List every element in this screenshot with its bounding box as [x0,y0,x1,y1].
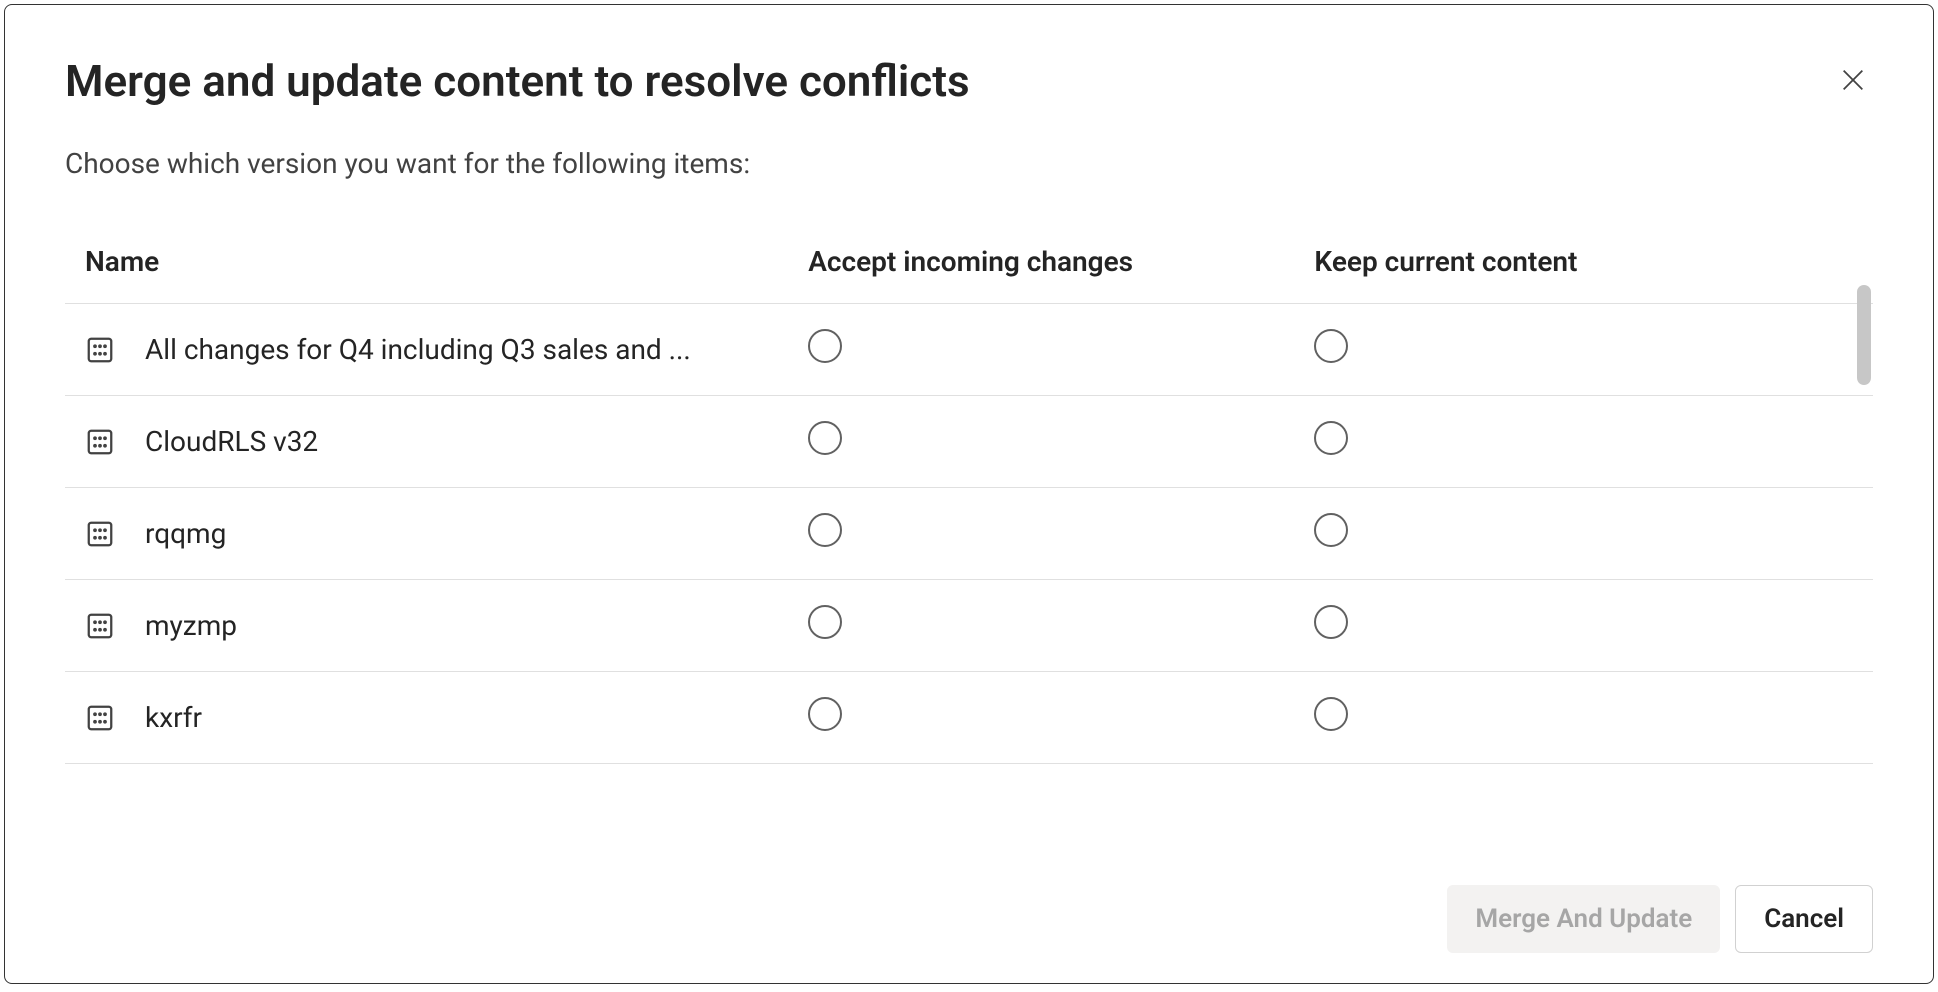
keep-radio[interactable] [1314,605,1348,639]
item-name: All changes for Q4 including Q3 sales an… [145,333,691,366]
table-row: CloudRLS v32 [65,396,1873,488]
name-cell: rqqmg [85,517,778,550]
item-name: myzmp [145,609,237,642]
name-cell: CloudRLS v32 [85,425,778,458]
accept-radio[interactable] [808,513,842,547]
name-cell: kxrfr [85,701,778,734]
conflict-table-body: All changes for Q4 including Q3 sales an… [65,304,1873,764]
dialog-header: Merge and update content to resolve conf… [65,55,1873,147]
cancel-button[interactable]: Cancel [1735,885,1873,953]
table-row: All changes for Q4 including Q3 sales an… [65,304,1873,396]
merge-and-update-button[interactable]: Merge And Update [1447,885,1720,953]
dataset-icon [85,703,115,733]
keep-radio[interactable] [1314,513,1348,547]
keep-radio[interactable] [1314,697,1348,731]
column-header-name: Name [65,230,788,304]
close-icon [1839,66,1867,94]
merge-conflicts-dialog: Merge and update content to resolve conf… [4,4,1934,984]
dataset-icon [85,611,115,641]
conflict-table-container: Name Accept incoming changes Keep curren… [65,230,1873,860]
accept-radio[interactable] [808,605,842,639]
name-cell: myzmp [85,609,778,642]
conflict-table: Name Accept incoming changes Keep curren… [65,230,1873,764]
dataset-icon [85,519,115,549]
keep-radio[interactable] [1314,421,1348,455]
column-header-accept: Accept incoming changes [788,230,1294,304]
table-row: kxrfr [65,672,1873,764]
name-cell: All changes for Q4 including Q3 sales an… [85,333,778,366]
dialog-description: Choose which version you want for the fo… [65,147,1873,180]
scrollbar-thumb[interactable] [1857,285,1871,385]
accept-radio[interactable] [808,421,842,455]
column-header-keep: Keep current content [1294,230,1873,304]
close-button[interactable] [1833,60,1873,100]
dialog-title: Merge and update content to resolve conf… [65,55,970,107]
keep-radio[interactable] [1314,329,1348,363]
accept-radio[interactable] [808,697,842,731]
accept-radio[interactable] [808,329,842,363]
item-name: kxrfr [145,701,202,734]
item-name: rqqmg [145,517,226,550]
dataset-icon [85,335,115,365]
item-name: CloudRLS v32 [145,425,318,458]
dialog-footer: Merge And Update Cancel [65,860,1873,953]
table-row: myzmp [65,580,1873,672]
dataset-icon [85,427,115,457]
table-row: rqqmg [65,488,1873,580]
